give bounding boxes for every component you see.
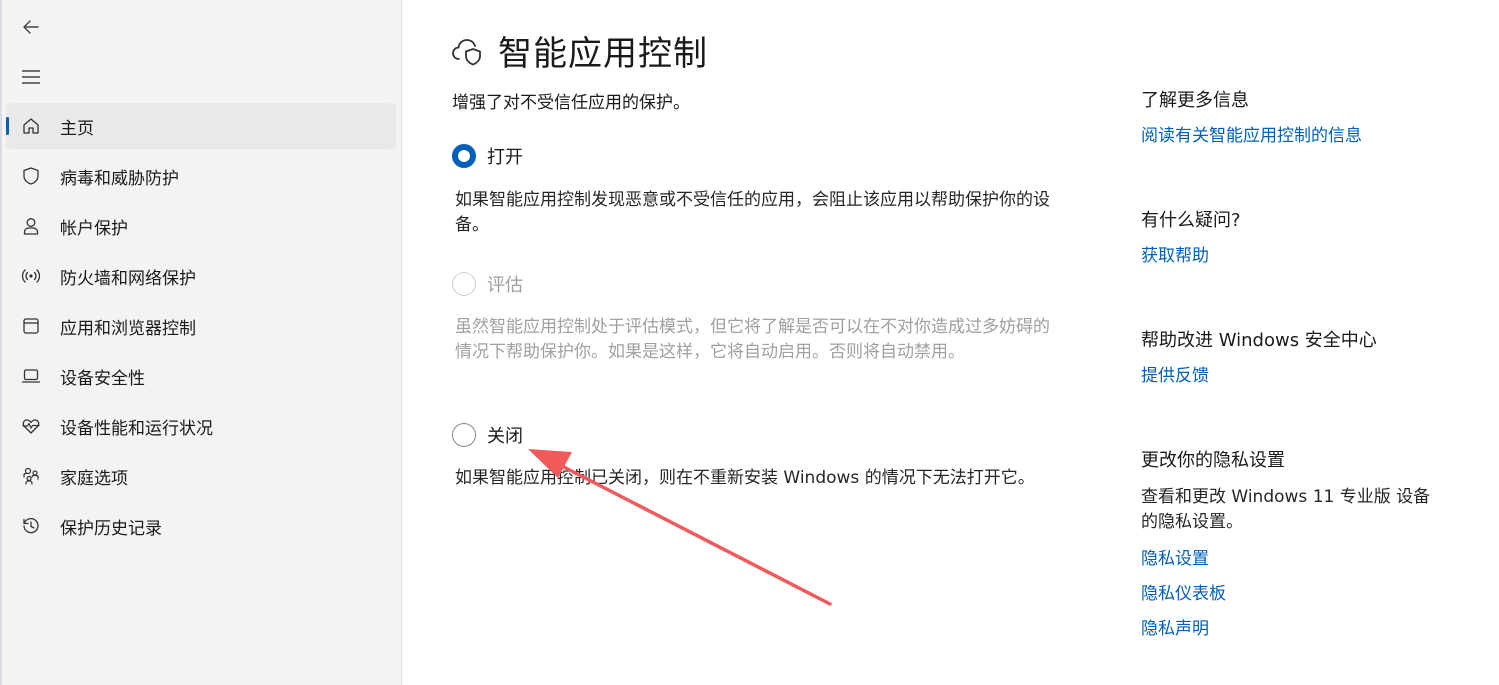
radio-label-evaluate: 评估 [487,275,523,296]
page-title: 智能应用控制 [498,34,708,74]
privacy-section: 更改你的隐私设置 查看和更改 Windows 11 专业版 设备的隐私设置。 隐… [1141,449,1451,641]
privacy-settings-link[interactable]: 隐私设置 [1141,547,1451,571]
main-content: 智能应用控制 增强了对不受信任应用的保护。 打开 如果智能应用控制发现恶意或不受… [402,0,1499,685]
radio-label-off: 关闭 [487,426,523,447]
cloud-shield-icon [452,38,481,65]
window-edge [0,0,2,685]
menu-button[interactable] [14,60,48,94]
radio-option-on[interactable]: 打开 [452,143,523,169]
sidebar-item-home[interactable]: 主页 [6,103,396,149]
app-window-icon [21,316,41,336]
shield-icon [21,166,41,186]
laptop-icon [21,366,41,386]
home-icon [21,116,41,136]
person-icon [21,216,41,236]
sidebar-item-label: 帐户保护 [60,218,128,239]
learn-more-section: 了解更多信息 阅读有关智能应用控制的信息 [1141,89,1451,148]
sidebar-item-protection-history[interactable]: 保护历史记录 [6,503,396,549]
sidebar-item-label: 主页 [60,118,94,139]
read-about-link[interactable]: 阅读有关智能应用控制的信息 [1141,124,1451,148]
sidebar-item-account-protection[interactable]: 帐户保护 [6,203,396,249]
sidebar-item-app-browser-control[interactable]: 应用和浏览器控制 [6,303,396,349]
radio-option-evaluate: 评估 [452,271,523,297]
sidebar-item-label: 保护历史记录 [60,518,162,539]
radio-button-evaluate [452,272,476,296]
radio-option-off[interactable]: 关闭 [452,422,523,448]
sidebar-item-label: 设备性能和运行状况 [60,418,213,439]
privacy-dashboard-link[interactable]: 隐私仪表板 [1141,582,1451,606]
wifi-antenna-icon [21,266,41,286]
give-feedback-link[interactable]: 提供反馈 [1141,364,1451,388]
sidebar-item-label: 家庭选项 [60,468,128,489]
improve-heading: 帮助改进 Windows 安全中心 [1141,330,1377,351]
nav-list: 主页 病毒和威胁防护 帐户保护 防火墙和网络保护 应用和浏览器控制 设备安全性 … [6,103,396,553]
radio-button-off[interactable] [452,423,476,447]
sidebar-item-label: 防火墙和网络保护 [60,268,196,289]
sidebar-item-label: 设备安全性 [60,368,145,389]
sidebar-item-firewall[interactable]: 防火墙和网络保护 [6,253,396,299]
get-help-link[interactable]: 获取帮助 [1141,244,1451,268]
radio-dot [458,150,470,162]
history-icon [21,516,41,536]
back-button[interactable] [14,10,48,44]
privacy-description: 查看和更改 Windows 11 专业版 设备的隐私设置。 [1141,487,1431,532]
active-indicator [6,117,9,135]
back-arrow-icon [23,20,39,34]
sidebar-item-device-security[interactable]: 设备安全性 [6,353,396,399]
option-evaluate-description: 虽然智能应用控制处于评估模式，但它将了解是否可以在不对你造成过多妨碍的情况下帮助… [455,317,1050,362]
option-on-description: 如果智能应用控制发现恶意或不受信任的应用，会阻止该应用以帮助保护你的设备。 [455,190,1050,235]
questions-section: 有什么疑问? 获取帮助 [1141,209,1451,268]
family-icon [21,466,41,486]
radio-label-on: 打开 [487,147,523,168]
option-off-description: 如果智能应用控制已关闭，则在不重新安装 Windows 的情况下无法打开它。 [455,468,1035,488]
questions-heading: 有什么疑问? [1141,210,1241,231]
sidebar-item-family-options[interactable]: 家庭选项 [6,453,396,499]
improve-section: 帮助改进 Windows 安全中心 提供反馈 [1141,329,1451,388]
page-header: 智能应用控制 [450,26,708,75]
learn-more-heading: 了解更多信息 [1141,90,1249,111]
windows-security-window: 主页 病毒和威胁防护 帐户保护 防火墙和网络保护 应用和浏览器控制 设备安全性 … [0,0,1499,685]
sidebar-item-label: 应用和浏览器控制 [60,318,196,339]
heart-pulse-icon [21,416,41,436]
hamburger-icon [22,70,40,84]
radio-button-on[interactable] [452,144,476,168]
privacy-heading: 更改你的隐私设置 [1141,450,1285,471]
sidebar-item-virus-protection[interactable]: 病毒和威胁防护 [6,153,396,199]
page-subtitle: 增强了对不受信任应用的保护。 [452,93,690,113]
privacy-statement-link[interactable]: 隐私声明 [1141,617,1451,641]
sidebar-item-label: 病毒和威胁防护 [60,168,179,189]
sidebar: 主页 病毒和威胁防护 帐户保护 防火墙和网络保护 应用和浏览器控制 设备安全性 … [0,0,402,685]
sidebar-item-device-health[interactable]: 设备性能和运行状况 [6,403,396,449]
